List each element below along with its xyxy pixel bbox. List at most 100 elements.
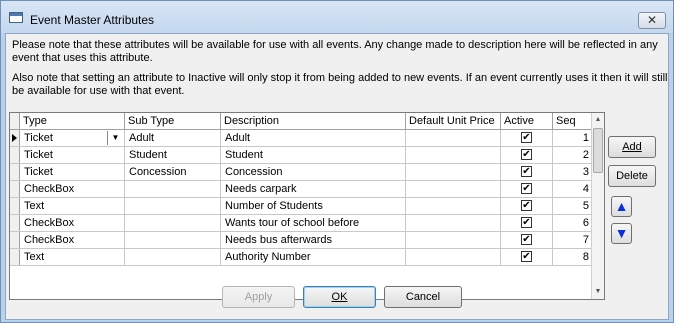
arrow-down-icon: ▼: [614, 225, 629, 241]
cell-sub-type[interactable]: Adult: [125, 130, 221, 146]
cell-type[interactable]: Text: [20, 198, 125, 214]
column-header-active[interactable]: Active: [501, 113, 553, 129]
cell-seq-text: 7: [582, 234, 589, 246]
cell-type-text: Ticket: [24, 166, 53, 178]
cell-description[interactable]: Authority Number: [221, 249, 406, 265]
cell-sub-type-text: Adult: [129, 132, 155, 144]
row-indicator: [10, 198, 20, 214]
active-checkbox[interactable]: ✔: [521, 182, 532, 194]
cell-seq-text: 5: [582, 200, 589, 212]
cell-active[interactable]: ✔: [501, 164, 553, 180]
active-checkbox[interactable]: ✔: [521, 131, 532, 143]
cell-description-text: Needs bus afterwards: [225, 234, 332, 246]
cancel-button-label: Cancel: [405, 291, 441, 303]
cell-default-unit-price[interactable]: [406, 164, 501, 180]
cancel-button[interactable]: Cancel: [384, 286, 462, 308]
grid-vertical-scrollbar[interactable]: ▲ ▼: [591, 113, 604, 299]
column-header-seq[interactable]: Seq: [553, 113, 593, 129]
cell-type[interactable]: Ticket: [20, 147, 125, 163]
cell-description[interactable]: Adult: [221, 130, 406, 146]
row-indicator: [10, 181, 20, 197]
cell-seq-text: 8: [582, 251, 589, 263]
column-header-default-unit-price[interactable]: Default Unit Price: [406, 113, 501, 129]
attributes-grid[interactable]: Type Sub Type Description Default Unit P…: [9, 112, 605, 300]
cell-sub-type[interactable]: [125, 198, 221, 214]
cell-active[interactable]: ✔: [501, 215, 553, 231]
active-checkbox[interactable]: ✔: [521, 199, 532, 211]
row-indicator: [10, 147, 20, 163]
table-row[interactable]: Ticket Student Student ✔ 2: [10, 147, 593, 164]
info-note-description: Please note that these attributes will b…: [12, 39, 658, 64]
cell-sub-type[interactable]: Concession: [125, 164, 221, 180]
cell-default-unit-price[interactable]: [406, 181, 501, 197]
cell-description-text: Needs carpark: [225, 183, 297, 195]
cell-type[interactable]: Ticket ▼: [20, 130, 125, 146]
cell-default-unit-price[interactable]: [406, 147, 501, 163]
table-row[interactable]: Text Authority Number ✔ 8: [10, 249, 593, 266]
cell-sub-type[interactable]: [125, 249, 221, 265]
delete-button[interactable]: Delete: [608, 165, 656, 187]
table-row[interactable]: Ticket Concession Concession ✔ 3: [10, 164, 593, 181]
table-row[interactable]: Text Number of Students ✔ 5: [10, 198, 593, 215]
scroll-thumb[interactable]: [593, 128, 603, 173]
cell-active[interactable]: ✔: [501, 147, 553, 163]
active-checkbox[interactable]: ✔: [521, 148, 532, 160]
table-row[interactable]: Ticket ▼ Adult Adult ✔ 1: [10, 130, 593, 147]
cell-sub-type[interactable]: [125, 215, 221, 231]
table-row[interactable]: CheckBox Needs carpark ✔ 4: [10, 181, 593, 198]
column-header-type[interactable]: Type: [20, 113, 125, 129]
cell-active[interactable]: ✔: [501, 181, 553, 197]
cell-active[interactable]: ✔: [501, 130, 553, 146]
active-checkbox[interactable]: ✔: [521, 233, 532, 245]
cell-type[interactable]: CheckBox: [20, 232, 125, 248]
cell-description[interactable]: Concession: [221, 164, 406, 180]
cell-sub-type[interactable]: Student: [125, 147, 221, 163]
cell-active[interactable]: ✔: [501, 232, 553, 248]
dropdown-arrow-icon[interactable]: ▼: [107, 131, 123, 145]
cell-active[interactable]: ✔: [501, 198, 553, 214]
move-up-button[interactable]: ▲: [611, 196, 632, 217]
cell-description[interactable]: Student: [221, 147, 406, 163]
cell-default-unit-price[interactable]: [406, 232, 501, 248]
ok-button[interactable]: OK: [303, 286, 376, 308]
cell-default-unit-price[interactable]: [406, 215, 501, 231]
cell-description[interactable]: Wants tour of school before: [221, 215, 406, 231]
cell-active[interactable]: ✔: [501, 249, 553, 265]
table-row[interactable]: CheckBox Wants tour of school before ✔ 6: [10, 215, 593, 232]
table-row[interactable]: CheckBox Needs bus afterwards ✔ 7: [10, 232, 593, 249]
cell-seq[interactable]: 4: [553, 181, 593, 197]
cell-type[interactable]: Text: [20, 249, 125, 265]
apply-button[interactable]: Apply: [222, 286, 295, 308]
cell-default-unit-price[interactable]: [406, 198, 501, 214]
add-button[interactable]: Add: [608, 136, 656, 158]
active-checkbox[interactable]: ✔: [521, 216, 532, 228]
cell-default-unit-price[interactable]: [406, 249, 501, 265]
cell-seq[interactable]: 6: [553, 215, 593, 231]
close-button[interactable]: ✕: [638, 12, 666, 29]
cell-seq[interactable]: 5: [553, 198, 593, 214]
cell-seq[interactable]: 3: [553, 164, 593, 180]
cell-type[interactable]: Ticket: [20, 164, 125, 180]
apply-button-label: Apply: [244, 291, 273, 303]
cell-sub-type[interactable]: [125, 232, 221, 248]
cell-sub-type[interactable]: [125, 181, 221, 197]
cell-type[interactable]: CheckBox: [20, 215, 125, 231]
move-down-button[interactable]: ▼: [611, 223, 632, 244]
cell-default-unit-price[interactable]: [406, 130, 501, 146]
scroll-up-icon[interactable]: ▲: [592, 114, 604, 126]
active-checkbox[interactable]: ✔: [521, 165, 532, 177]
active-checkbox[interactable]: ✔: [521, 250, 532, 262]
scroll-down-icon[interactable]: ▼: [592, 286, 604, 298]
cell-description[interactable]: Needs bus afterwards: [221, 232, 406, 248]
cell-seq[interactable]: 1: [553, 130, 593, 146]
cell-seq[interactable]: 2: [553, 147, 593, 163]
cell-seq-text: 3: [582, 166, 589, 178]
cell-seq[interactable]: 7: [553, 232, 593, 248]
cell-description[interactable]: Needs carpark: [221, 181, 406, 197]
cell-seq[interactable]: 8: [553, 249, 593, 265]
column-header-description[interactable]: Description: [221, 113, 406, 129]
cell-description[interactable]: Number of Students: [221, 198, 406, 214]
grid-header-row: Type Sub Type Description Default Unit P…: [10, 113, 593, 130]
cell-type[interactable]: CheckBox: [20, 181, 125, 197]
column-header-sub-type[interactable]: Sub Type: [125, 113, 221, 129]
